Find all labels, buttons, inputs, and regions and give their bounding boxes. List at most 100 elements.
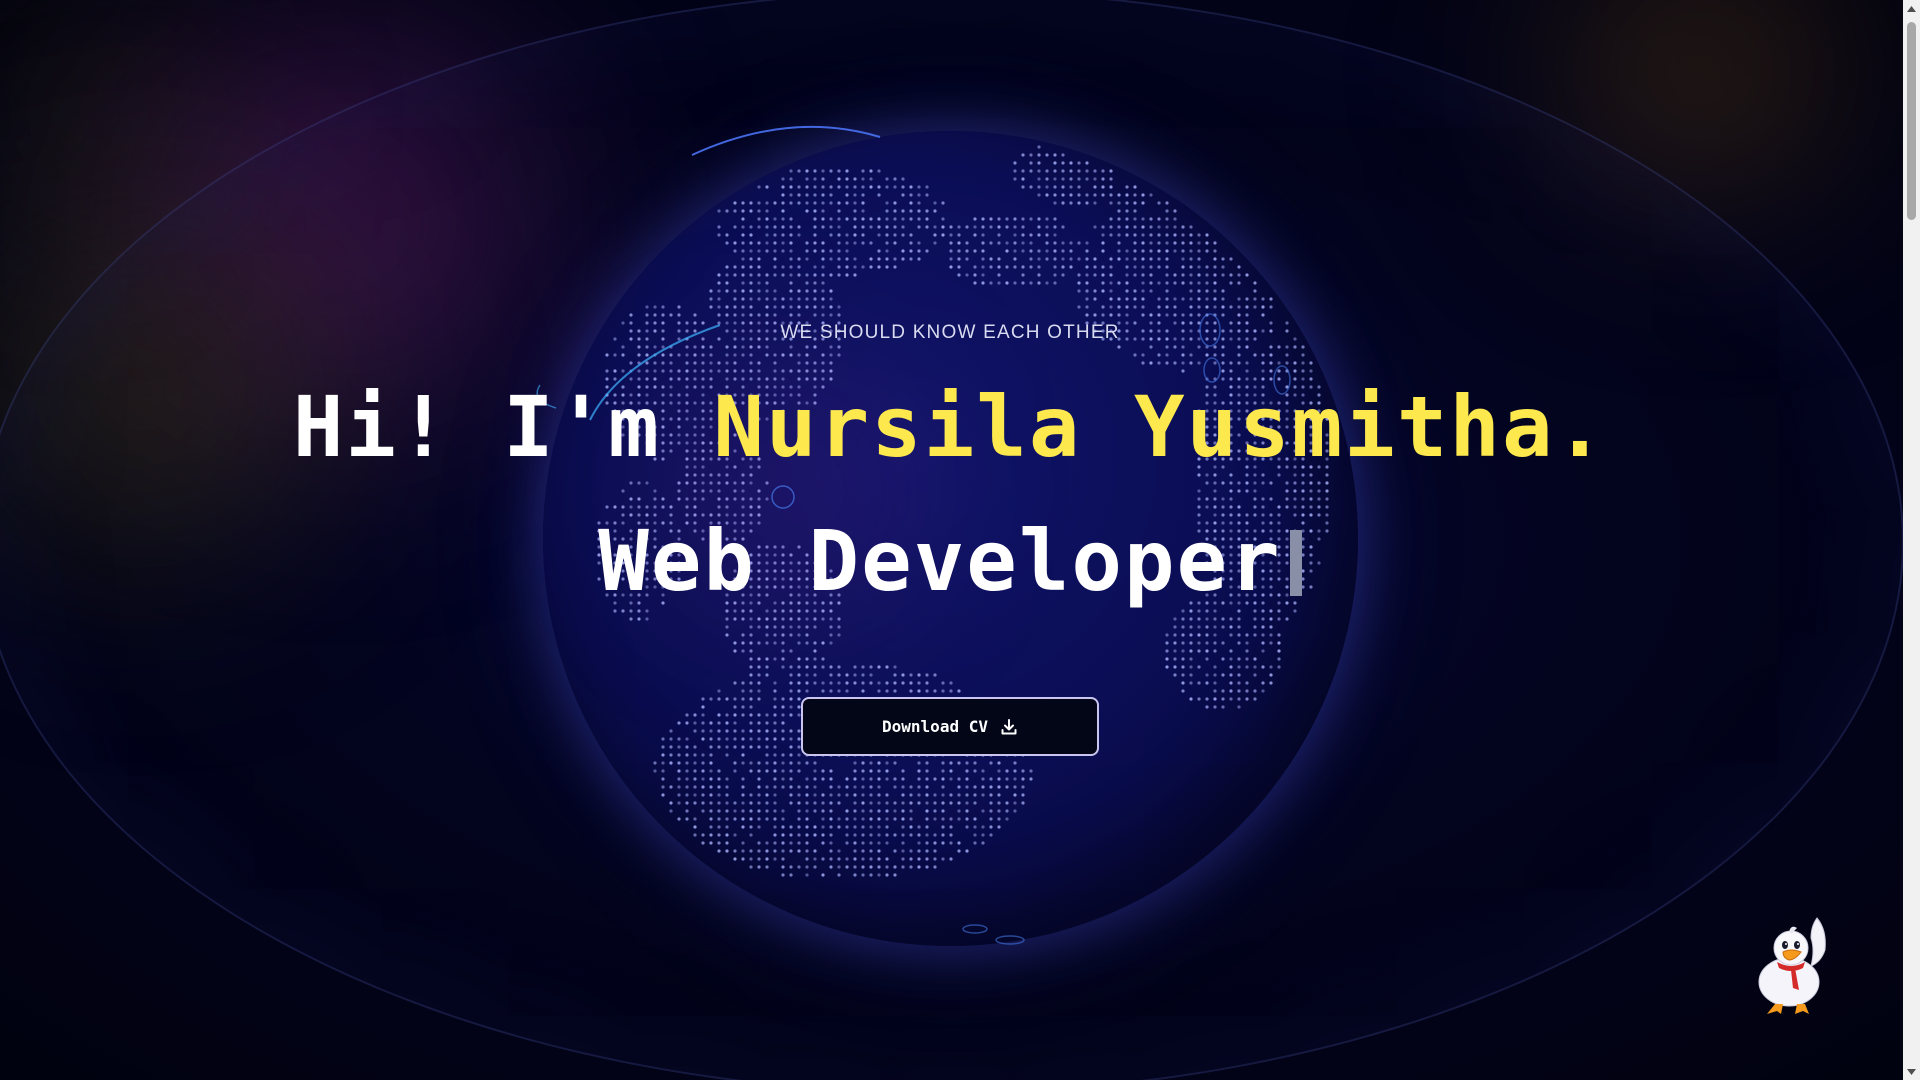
globe-dot bbox=[1093, 321, 1097, 325]
globe-dot bbox=[1165, 345, 1169, 349]
globe-dot bbox=[653, 361, 657, 365]
globe-dot bbox=[1053, 161, 1057, 165]
globe-dot bbox=[837, 353, 841, 357]
globe-dot bbox=[837, 201, 841, 205]
globe-dot bbox=[661, 505, 665, 509]
globe-dot bbox=[765, 337, 769, 341]
globe-dot bbox=[741, 601, 745, 605]
globe-dot bbox=[1053, 193, 1057, 197]
globe-dot bbox=[605, 353, 609, 357]
globe-dot bbox=[973, 281, 977, 285]
globe-dot bbox=[677, 777, 681, 781]
globe-dot bbox=[829, 313, 833, 317]
globe-dot bbox=[853, 761, 857, 765]
globe-dot bbox=[725, 625, 729, 629]
globe-dot bbox=[1173, 249, 1177, 253]
globe-dot bbox=[1245, 417, 1249, 421]
globe-dot bbox=[725, 697, 729, 701]
globe-dot bbox=[1013, 161, 1017, 165]
globe-dot bbox=[677, 753, 681, 757]
globe-dot bbox=[981, 281, 985, 285]
globe-dot bbox=[813, 785, 817, 789]
globe-dot bbox=[805, 369, 809, 373]
globe-dot bbox=[965, 257, 969, 261]
globe-dot bbox=[741, 649, 745, 653]
globe-dot bbox=[813, 865, 817, 869]
globe-dot bbox=[1021, 793, 1025, 797]
globe-dot bbox=[1293, 537, 1297, 541]
globe-dot bbox=[1221, 313, 1225, 317]
globe-dot bbox=[789, 193, 793, 197]
globe-dot bbox=[805, 305, 809, 309]
globe-dot bbox=[989, 265, 993, 269]
globe-dot bbox=[1029, 769, 1033, 773]
globe-dot bbox=[1173, 217, 1177, 221]
globe-dot bbox=[885, 177, 889, 181]
globe-dot bbox=[845, 689, 849, 693]
globe-dot bbox=[1157, 265, 1161, 269]
globe-dot bbox=[725, 385, 729, 389]
globe-dot bbox=[1221, 569, 1225, 573]
globe-dot bbox=[645, 585, 649, 589]
globe-dot bbox=[1253, 609, 1257, 613]
globe-dot bbox=[853, 777, 857, 781]
globe-dot bbox=[765, 673, 769, 677]
globe-dot bbox=[861, 177, 865, 181]
globe-dot bbox=[797, 681, 801, 685]
globe-dot bbox=[621, 425, 625, 429]
globe-dot bbox=[853, 265, 857, 269]
scrollbar-thumb[interactable] bbox=[1907, 22, 1916, 220]
globe-dot bbox=[1101, 313, 1105, 317]
duck-mascot-icon[interactable] bbox=[1745, 910, 1841, 1020]
globe-dot bbox=[725, 785, 729, 789]
globe-dot bbox=[1317, 441, 1321, 445]
globe-dot bbox=[1053, 233, 1057, 237]
vertical-scrollbar[interactable] bbox=[1903, 0, 1920, 1080]
globe-dot bbox=[1189, 681, 1193, 685]
globe-dot bbox=[1117, 193, 1121, 197]
globe-dot bbox=[661, 785, 665, 789]
scroll-down-arrow-icon[interactable] bbox=[1903, 1063, 1920, 1080]
globe-dot bbox=[613, 377, 617, 381]
globe-dot bbox=[1261, 369, 1265, 373]
globe-dot bbox=[1253, 465, 1257, 469]
globe-dot bbox=[829, 569, 833, 573]
globe-dot bbox=[781, 657, 785, 661]
globe-dot bbox=[781, 697, 785, 701]
globe-dot bbox=[781, 193, 785, 197]
globe-dot bbox=[845, 233, 849, 237]
globe-dot bbox=[973, 841, 977, 845]
globe-dot bbox=[893, 673, 897, 677]
globe-dot bbox=[1213, 377, 1217, 381]
globe-dot bbox=[717, 809, 721, 813]
globe-dot bbox=[1253, 673, 1257, 677]
globe-dot bbox=[1053, 265, 1057, 269]
globe-dot bbox=[1213, 425, 1217, 429]
scroll-up-arrow-icon[interactable] bbox=[1903, 0, 1920, 17]
globe-dot bbox=[1269, 369, 1273, 373]
globe-dot bbox=[1101, 249, 1105, 253]
globe-dot bbox=[893, 849, 897, 853]
globe-dot bbox=[909, 849, 913, 853]
globe-dot bbox=[1253, 329, 1257, 333]
globe-dot bbox=[805, 609, 809, 613]
globe-dot bbox=[1229, 369, 1233, 373]
globe-dot bbox=[733, 241, 737, 245]
globe-dot bbox=[1261, 585, 1265, 589]
globe-dot bbox=[677, 441, 681, 445]
globe-dot bbox=[1309, 361, 1313, 365]
globe-dot bbox=[741, 793, 745, 797]
globe-dot bbox=[821, 313, 825, 317]
globe-dot bbox=[933, 793, 937, 797]
globe-dot bbox=[725, 481, 729, 485]
globe-dot bbox=[805, 185, 809, 189]
globe-dot bbox=[757, 329, 761, 333]
globe-dot bbox=[813, 585, 817, 589]
globe-dot bbox=[829, 369, 833, 373]
globe-dot bbox=[1285, 545, 1289, 549]
globe-dot bbox=[1205, 265, 1209, 269]
globe-dot bbox=[1229, 689, 1233, 693]
globe-dot bbox=[805, 601, 809, 605]
globe-dot bbox=[773, 233, 777, 237]
download-cv-button[interactable]: Download CV bbox=[801, 697, 1099, 756]
